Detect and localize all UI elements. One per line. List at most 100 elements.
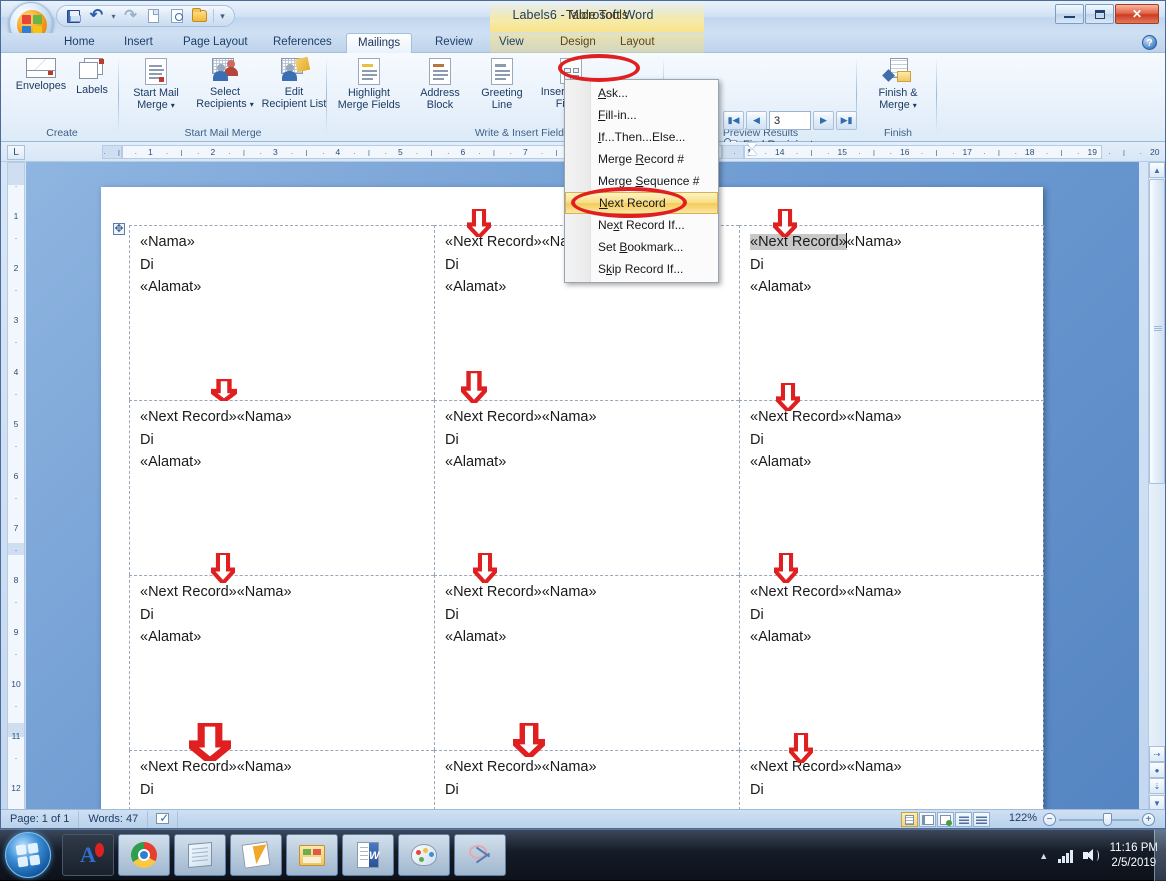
zoom-level[interactable]: 122%: [1009, 812, 1037, 824]
tab-home[interactable]: Home: [53, 33, 106, 53]
tab-view[interactable]: View: [488, 33, 535, 53]
taskbar-item-chrome[interactable]: [118, 834, 170, 876]
label-cell[interactable]: «Next Record»«Nama» Di: [434, 750, 739, 810]
help-icon[interactable]: ?: [1142, 35, 1157, 50]
label-cell[interactable]: «Nama» Di «Alamat»: [129, 225, 434, 400]
scroll-up-button[interactable]: ▲: [1149, 162, 1165, 178]
tab-layout[interactable]: Layout: [609, 33, 666, 53]
name-merge-field[interactable]: «Nama»: [847, 759, 902, 775]
next-page-button[interactable]: ⇣: [1149, 778, 1165, 794]
next-record-field[interactable]: «Next Record»: [445, 759, 542, 775]
network-signal-icon[interactable]: [1058, 849, 1073, 863]
edit-recipient-list-button[interactable]: Edit Recipient List: [261, 56, 327, 110]
name-merge-field[interactable]: «Nama»: [237, 584, 292, 600]
tab-selector[interactable]: L: [7, 145, 25, 160]
record-number-input[interactable]: 3: [769, 111, 811, 130]
select-recipients-button[interactable]: Select Recipients ▾: [189, 56, 261, 111]
previous-record-button[interactable]: ◀: [746, 111, 767, 130]
draft-view-icon[interactable]: [973, 812, 990, 827]
taskbar-item-explorer[interactable]: [286, 834, 338, 876]
start-mail-merge-button[interactable]: Start Mail Merge ▾: [125, 56, 187, 112]
taskbar-item-adobe[interactable]: A: [62, 834, 114, 876]
next-record-field[interactable]: «Next Record»: [445, 234, 542, 250]
scrollbar-thumb[interactable]: [1149, 179, 1165, 484]
next-record-button[interactable]: ▶: [813, 111, 834, 130]
table-move-handle[interactable]: ✥: [113, 223, 125, 235]
taskbar-item-snipping-tool[interactable]: [454, 834, 506, 876]
page-indicator[interactable]: Page: 1 of 1: [1, 810, 80, 828]
zoom-out-button[interactable]: −: [1043, 813, 1056, 826]
name-merge-field[interactable]: «Nama»: [542, 409, 597, 425]
tab-page-layout[interactable]: Page Layout: [172, 33, 259, 53]
menu-item-fill-in[interactable]: Fill-in...: [565, 104, 718, 126]
next-record-field[interactable]: «Next Record»: [140, 409, 237, 425]
highlight-merge-fields-button[interactable]: Highlight Merge Fields: [331, 56, 407, 111]
name-merge-field[interactable]: «Nama»: [237, 409, 292, 425]
zoom-in-button[interactable]: +: [1142, 813, 1155, 826]
outline-view-icon[interactable]: [955, 812, 972, 827]
greeting-line-button[interactable]: Greeting Line: [473, 56, 531, 111]
view-buttons[interactable]: [901, 812, 990, 827]
taskbar-item-paint[interactable]: [398, 834, 450, 876]
tab-insert[interactable]: Insert: [113, 33, 164, 53]
menu-item-skip-record-if[interactable]: Skip Record If...: [565, 258, 718, 280]
last-record-button[interactable]: ▶▮: [836, 111, 857, 130]
next-record-field[interactable]: «Next Record»: [750, 409, 847, 425]
vertical-scrollbar[interactable]: ▲ ⇢ ● ⇣ ▼: [1148, 162, 1165, 811]
volume-icon[interactable]: [1082, 848, 1100, 863]
first-record-button[interactable]: ▮◀: [723, 111, 744, 130]
taskbar-item-word[interactable]: W: [342, 834, 394, 876]
menu-item-merge-record[interactable]: Merge Record #: [565, 148, 718, 170]
clock[interactable]: 11:16 PM 2/5/2019: [1110, 841, 1158, 871]
name-merge-field[interactable]: «Nama»: [237, 759, 292, 775]
chevron-down-icon[interactable]: ▾: [171, 101, 175, 110]
label-cell[interactable]: «Next Record»«Nama» Di «Alamat»: [739, 225, 1044, 400]
close-button[interactable]: ✕: [1115, 4, 1159, 24]
rules-dropdown-menu[interactable]: Ask... Fill-in... If...Then...Else... Merge…: [564, 79, 719, 283]
label-cell[interactable]: «Next Record»«Nama» Di «Alamat»: [434, 400, 739, 575]
label-cell[interactable]: «Next Record»«Nama» Di «Alamat»: [434, 575, 739, 750]
proofing-status-icon[interactable]: ✓: [148, 810, 179, 828]
menu-item-ask[interactable]: Ask...: [565, 82, 718, 104]
name-merge-field[interactable]: «Nama»: [847, 409, 902, 425]
next-record-field[interactable]: «Next Record»: [140, 759, 237, 775]
name-merge-field[interactable]: «Nama»: [542, 584, 597, 600]
name-merge-field[interactable]: «Nama»: [542, 759, 597, 775]
chevron-down-icon[interactable]: ▾: [913, 101, 917, 110]
label-cell[interactable]: «Next Record»«Nama» Di «Alamat»: [129, 575, 434, 750]
full-screen-reading-view-icon[interactable]: [919, 812, 936, 827]
label-cell[interactable]: «Next Record»«Nama» Di «Alamat»: [739, 575, 1044, 750]
taskbar-item-winamp[interactable]: [230, 834, 282, 876]
tab-review[interactable]: Review: [424, 33, 484, 53]
word-count[interactable]: Words: 47: [79, 810, 149, 828]
address-block-button[interactable]: Address Block: [409, 56, 471, 111]
start-button[interactable]: [5, 832, 51, 878]
tab-references[interactable]: References: [262, 33, 343, 53]
menu-item-merge-sequence[interactable]: Merge Sequence #: [565, 170, 718, 192]
label-cell[interactable]: «Next Record»«Nama» Di «Alamat»: [739, 400, 1044, 575]
labels-table[interactable]: «Nama»Di«Alamat»«Next Record»«Nama»Di«Al…: [129, 225, 1044, 810]
tab-design[interactable]: Design: [549, 33, 607, 53]
previous-page-button[interactable]: ⇢: [1149, 746, 1165, 762]
menu-item-if-then-else[interactable]: If...Then...Else...: [565, 126, 718, 148]
tab-mailings[interactable]: Mailings: [346, 33, 413, 53]
print-layout-view-icon[interactable]: [901, 812, 918, 827]
label-cell[interactable]: «Next Record»«Nama» Di: [739, 750, 1044, 810]
menu-item-set-bookmark[interactable]: Set Bookmark...: [565, 236, 718, 258]
taskbar-item-notepad[interactable]: [174, 834, 226, 876]
menu-item-next-record[interactable]: Next Record: [565, 192, 718, 214]
name-merge-field[interactable]: «Nama»: [847, 234, 902, 250]
select-browse-object-button[interactable]: ●: [1149, 762, 1165, 778]
name-merge-field[interactable]: «Nama»: [847, 584, 902, 600]
chevron-down-icon[interactable]: ▾: [250, 100, 254, 109]
show-hidden-icons-icon[interactable]: ▲: [1039, 851, 1048, 861]
label-cell[interactable]: «Next Record»«Nama» Di «Alamat»: [129, 400, 434, 575]
labels-button[interactable]: Labels: [69, 56, 115, 96]
selected-merge-field[interactable]: «Next Record»: [750, 234, 847, 250]
menu-item-next-record-if[interactable]: Next Record If...: [565, 214, 718, 236]
next-record-field[interactable]: «Next Record»: [445, 409, 542, 425]
zoom-slider-thumb[interactable]: [1103, 813, 1112, 826]
show-desktop-button[interactable]: [1154, 830, 1166, 881]
maximize-button[interactable]: [1085, 4, 1114, 24]
ruler-indent-marker[interactable]: [744, 143, 766, 161]
